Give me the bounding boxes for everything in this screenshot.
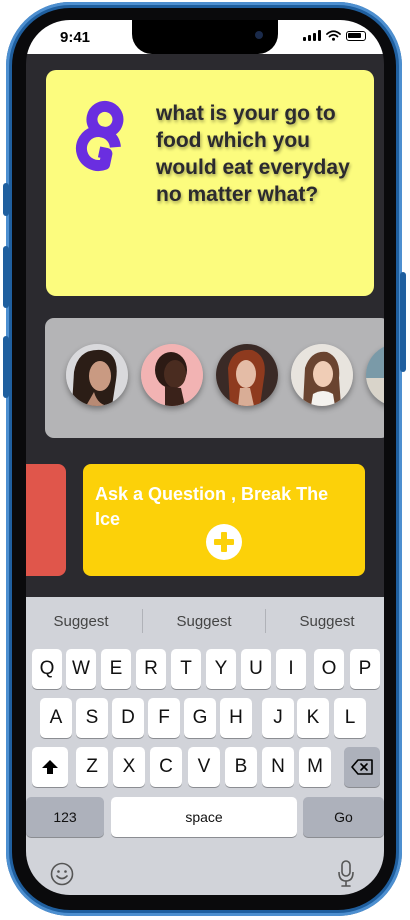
key-k[interactable]: K (297, 698, 329, 738)
status-icons (303, 30, 366, 41)
key-b[interactable]: B (225, 747, 257, 787)
backspace-icon (351, 759, 373, 775)
status-bar: 9:41 (26, 20, 384, 54)
backspace-key[interactable] (344, 747, 380, 787)
avatar[interactable] (366, 344, 384, 406)
suggestion-bar: Suggest Suggest Suggest (26, 597, 384, 643)
key-d[interactable]: D (112, 698, 144, 738)
key-i[interactable]: I (276, 649, 306, 689)
signal-icon (303, 30, 321, 41)
key-v[interactable]: V (188, 747, 220, 787)
battery-icon (346, 30, 366, 41)
key-l[interactable]: L (334, 698, 366, 738)
key-m[interactable]: M (299, 747, 331, 787)
plus-circle-icon[interactable] (206, 524, 242, 560)
go-key[interactable]: Go (303, 797, 384, 837)
key-u[interactable]: U (241, 649, 271, 689)
key-j[interactable]: J (262, 698, 294, 738)
key-p[interactable]: P (350, 649, 380, 689)
key-f[interactable]: F (148, 698, 180, 738)
status-time: 9:41 (60, 29, 91, 46)
emoji-icon[interactable] (50, 862, 74, 886)
avatar[interactable] (291, 344, 353, 406)
notch (132, 20, 278, 54)
key-e[interactable]: E (101, 649, 131, 689)
avatar[interactable] (216, 344, 278, 406)
ask-question-card[interactable]: Ask a Question , Break The Ice (83, 464, 365, 576)
red-card[interactable] (26, 464, 66, 576)
key-o[interactable]: O (314, 649, 344, 689)
key-r[interactable]: R (136, 649, 166, 689)
avatar-strip[interactable] (45, 318, 384, 438)
power-button (400, 272, 406, 372)
avatar[interactable] (141, 344, 203, 406)
suggestion-item[interactable]: Suggest (26, 613, 136, 630)
suggestion-item[interactable]: Suggest (149, 613, 259, 630)
suggestion-item[interactable]: Suggest (272, 613, 382, 630)
shift-key[interactable] (32, 747, 68, 787)
key-y[interactable]: Y (206, 649, 236, 689)
key-s[interactable]: S (76, 698, 108, 738)
space-key[interactable]: space (111, 797, 297, 837)
suggestion-divider (265, 609, 266, 633)
key-x[interactable]: X (113, 747, 145, 787)
key-q[interactable]: Q (32, 649, 62, 689)
screen: 9:41 what is your go to food which you w… (26, 20, 384, 895)
microphone-icon[interactable] (337, 860, 355, 888)
key-a[interactable]: A (40, 698, 72, 738)
question-card[interactable]: what is your go to food which you would … (46, 70, 374, 296)
action-button (3, 183, 9, 216)
numbers-key[interactable]: 123 (26, 797, 104, 837)
question-text: what is your go to food which you would … (156, 102, 350, 206)
volume-up-button (3, 246, 9, 308)
volume-down-button (3, 336, 9, 398)
key-t[interactable]: T (171, 649, 201, 689)
key-c[interactable]: C (150, 747, 182, 787)
avatar[interactable] (66, 344, 128, 406)
camera-icon (255, 31, 263, 39)
key-n[interactable]: N (262, 747, 294, 787)
suggestion-divider (142, 609, 143, 633)
key-h[interactable]: H (220, 698, 252, 738)
brand-logo-icon (75, 100, 124, 171)
wifi-icon (326, 30, 341, 41)
shift-icon (42, 760, 58, 774)
key-z[interactable]: Z (76, 747, 108, 787)
key-g[interactable]: G (184, 698, 216, 738)
keyboard: Suggest Suggest Suggest Q W E R T Y U I … (26, 597, 384, 895)
key-w[interactable]: W (66, 649, 96, 689)
